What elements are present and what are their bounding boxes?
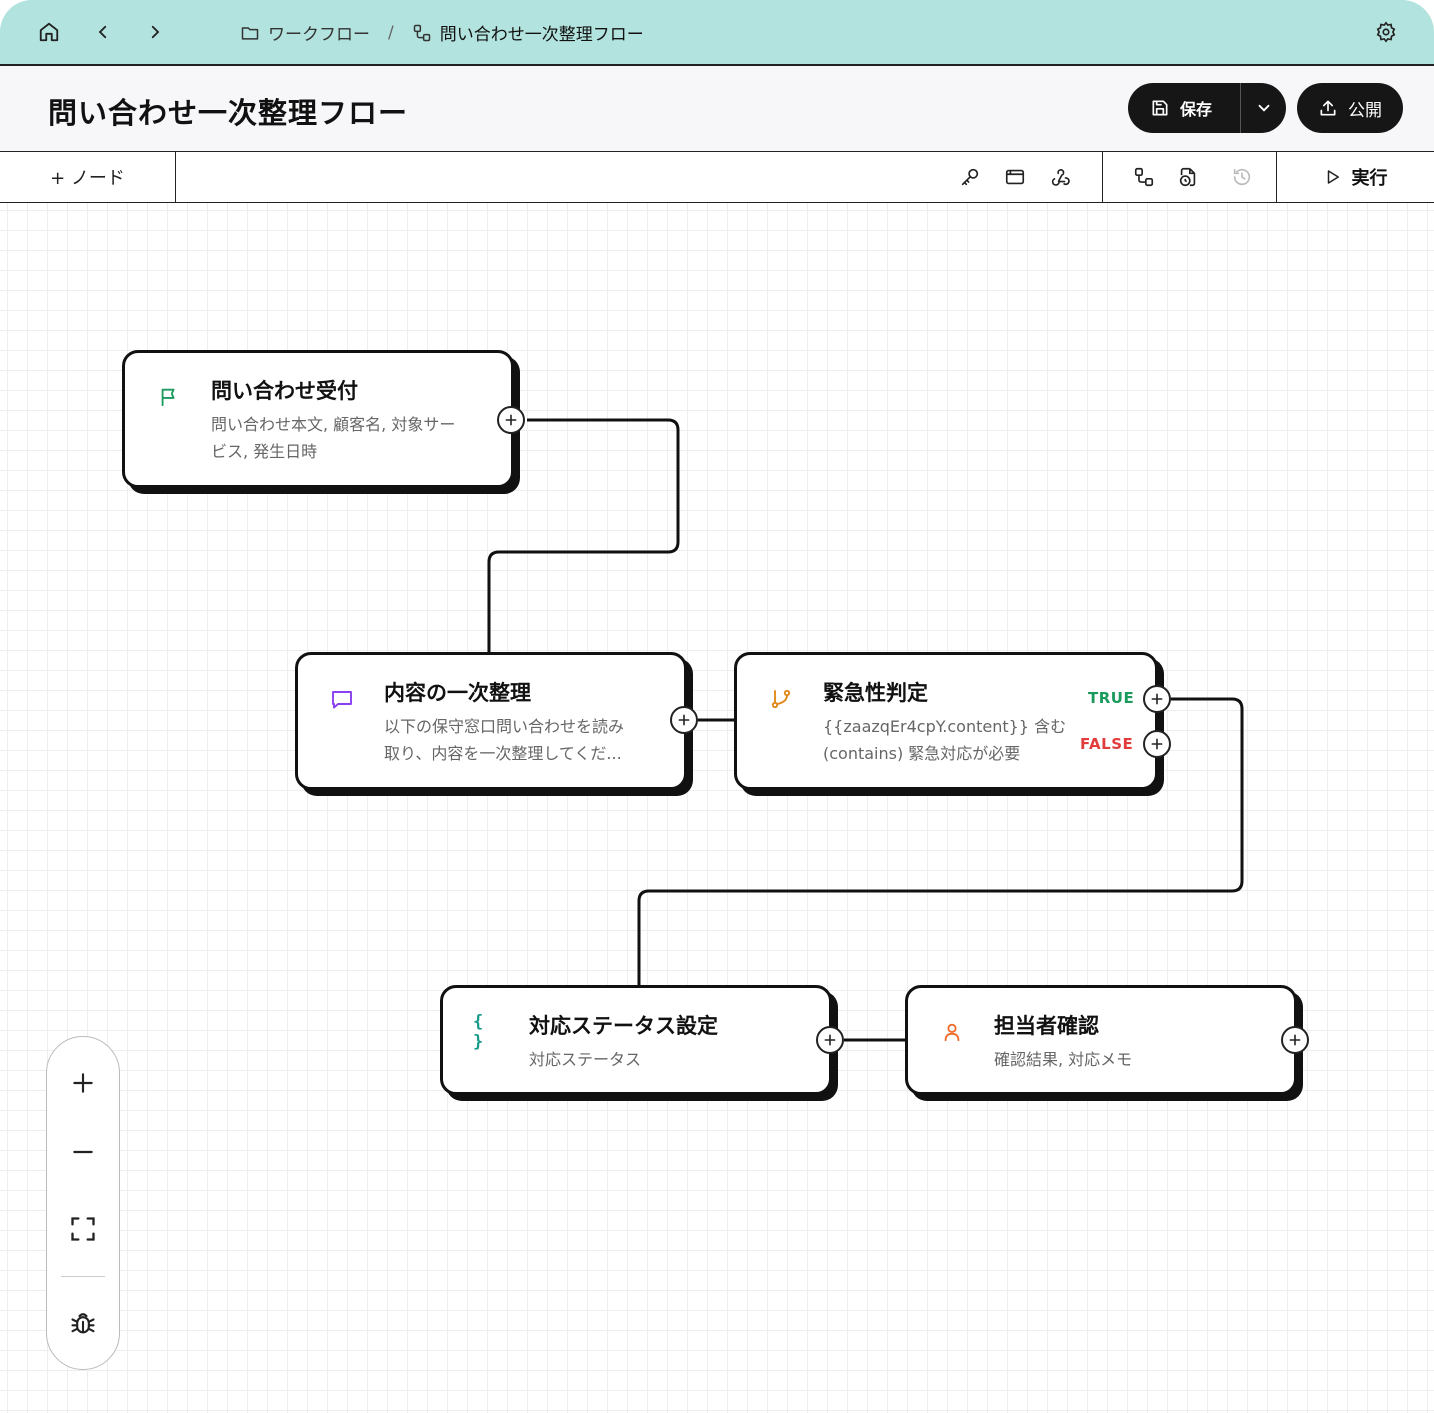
page-title: 問い合わせ一次整理フロー	[48, 96, 409, 130]
node-assignee-check[interactable]: 担当者確認 確認結果, 対応メモ	[905, 985, 1297, 1095]
key-icon	[961, 168, 979, 186]
output-port-add-button[interactable]	[670, 706, 698, 734]
save-options-dropdown[interactable]	[1241, 83, 1286, 133]
branch-icon	[767, 685, 795, 713]
node-content-organize[interactable]: 内容の一次整理 以下の保守窓口問い合わせを読み 取り、内容を一次整理してくだ..…	[295, 652, 687, 790]
home-button[interactable]	[34, 17, 64, 47]
node-description: {{zaazqEr4cpY.content}} 含む (contains) 緊急…	[823, 717, 1067, 763]
flag-icon	[155, 383, 183, 411]
folder-icon	[241, 26, 259, 40]
plus-icon	[1151, 738, 1163, 750]
top-bar: ワークフロー / 問い合わせ一次整理フロー	[0, 0, 1434, 66]
browser-window-icon	[1005, 169, 1025, 185]
output-port-add-button[interactable]	[1281, 1026, 1309, 1054]
node-description: 問い合わせ本文, 顧客名, 対象サー ビス, 発生日時	[211, 415, 456, 461]
run-button[interactable]: 実行	[1277, 152, 1434, 202]
zoom-controls	[46, 1036, 120, 1370]
chevron-right-icon	[151, 25, 160, 39]
true-branch-label: TRUE	[1088, 689, 1135, 707]
node-urgency-check[interactable]: 緊急性判定 {{zaazqEr4cpY.content}} 含む (contai…	[734, 652, 1158, 790]
run-label: 実行	[1351, 168, 1388, 189]
zoom-divider	[61, 1276, 105, 1277]
node-inquiry-intake[interactable]: 問い合わせ受付 問い合わせ本文, 顧客名, 対象サー ビス, 発生日時	[122, 350, 514, 488]
plus-icon	[1289, 1034, 1301, 1046]
fit-view-icon	[71, 1217, 95, 1241]
chevron-left-icon	[98, 25, 107, 39]
breadcrumb-current: 問い合わせ一次整理フロー	[439, 25, 644, 45]
toolbar-divider	[1102, 152, 1103, 202]
workflow-icon	[413, 24, 430, 41]
breadcrumb: ワークフロー / 問い合わせ一次整理フロー	[240, 20, 644, 45]
fit-view-button[interactable]	[47, 1204, 119, 1254]
true-port-add-button[interactable]	[1143, 685, 1171, 713]
user-icon	[938, 1018, 966, 1046]
publish-label: 公開	[1348, 100, 1382, 121]
output-port-add-button[interactable]	[497, 406, 525, 434]
save-icon	[1152, 100, 1168, 116]
settings-button[interactable]	[1371, 17, 1401, 47]
debug-button[interactable]	[47, 1298, 119, 1348]
node-title: 担当者確認	[994, 1014, 1099, 1038]
play-icon	[1327, 170, 1339, 184]
plus-icon	[824, 1034, 836, 1046]
node-description: 以下の保守窓口問い合わせを読み 取り、内容を一次整理してくだ...	[384, 717, 625, 763]
restore-button[interactable]	[1229, 164, 1255, 190]
output-port-add-button[interactable]	[816, 1026, 844, 1054]
node-title: 内容の一次整理	[384, 681, 531, 705]
minus-icon	[73, 1150, 93, 1154]
publish-button[interactable]: 公開	[1297, 83, 1403, 133]
breadcrumb-workflows-link[interactable]: ワークフロー	[268, 20, 370, 45]
version-history-button[interactable]	[1175, 164, 1201, 190]
zoom-out-button[interactable]	[47, 1127, 119, 1177]
node-status-setting[interactable]: { } 対応ステータス設定 対応ステータス	[440, 985, 832, 1095]
breadcrumb-separator: /	[388, 22, 394, 43]
add-node-button[interactable]: + ノード	[0, 152, 176, 202]
chevron-down-icon	[1258, 104, 1269, 112]
gear-icon	[1376, 21, 1396, 43]
credentials-button[interactable]	[957, 164, 983, 190]
plus-icon	[1151, 693, 1163, 705]
zoom-in-button[interactable]	[47, 1058, 119, 1108]
history-icon	[1233, 168, 1251, 186]
back-button[interactable]	[88, 17, 118, 47]
webhook-button[interactable]	[1047, 164, 1073, 190]
node-title: 対応ステータス設定	[529, 1014, 718, 1038]
save-button-group: 保存	[1128, 83, 1286, 133]
workflow-icon	[1134, 167, 1154, 187]
upload-icon	[1320, 100, 1336, 116]
preview-button[interactable]	[1002, 164, 1028, 190]
braces-icon: { }	[473, 1012, 484, 1052]
plus-icon	[73, 1073, 93, 1093]
webhook-icon	[1051, 169, 1070, 186]
false-port-add-button[interactable]	[1143, 730, 1171, 758]
node-title: 緊急性判定	[823, 681, 928, 705]
save-button[interactable]: 保存	[1128, 83, 1240, 133]
home-icon	[39, 22, 59, 42]
forward-button[interactable]	[140, 17, 170, 47]
false-branch-label: FALSE	[1080, 735, 1134, 753]
bug-icon	[71, 1313, 95, 1334]
node-title: 問い合わせ受付	[211, 379, 358, 403]
editor-toolbar: + ノード 実行	[0, 152, 1434, 203]
save-label: 保存	[1180, 100, 1213, 119]
plus-icon	[505, 414, 517, 426]
file-clock-icon	[1179, 167, 1196, 187]
node-description: 対応ステータス	[529, 1050, 642, 1069]
message-icon	[328, 685, 356, 713]
page-header: 問い合わせ一次整理フロー 保存 公開	[0, 66, 1434, 152]
auto-layout-button[interactable]	[1131, 164, 1157, 190]
plus-icon	[678, 714, 690, 726]
node-description: 確認結果, 対応メモ	[994, 1050, 1133, 1069]
